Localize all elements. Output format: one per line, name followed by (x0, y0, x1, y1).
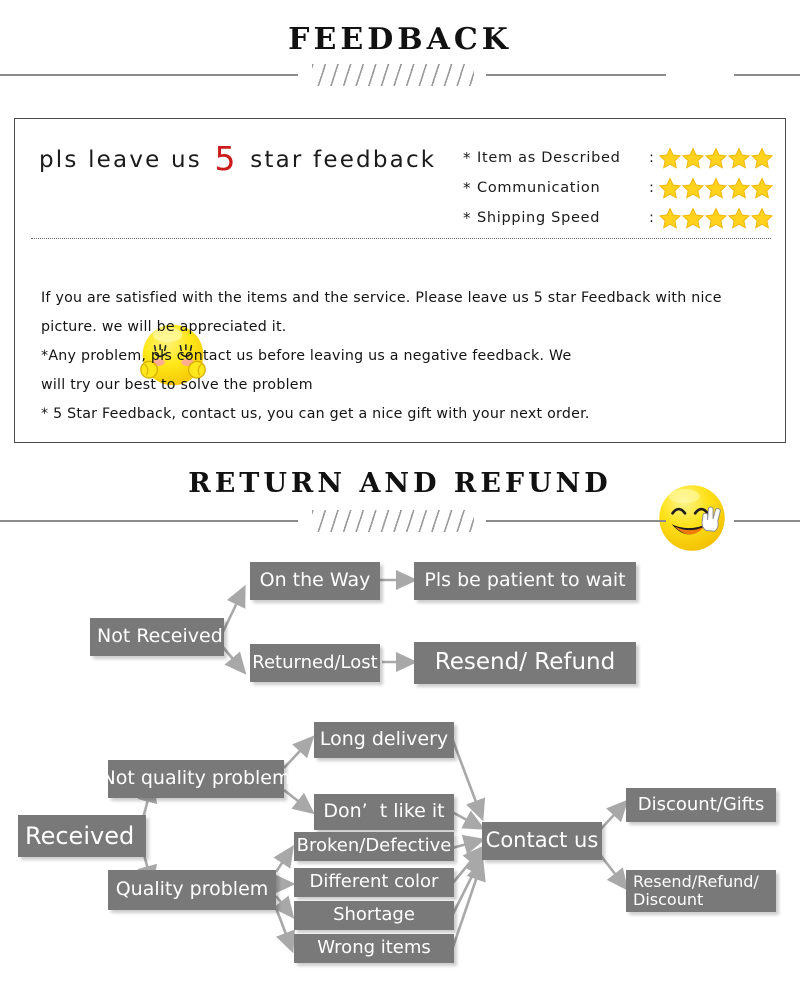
body-line: picture. we will be appreciated it. (41, 319, 287, 335)
feedback-panel: pls leave us 5 star feedback * Item as D… (14, 118, 786, 551)
star-icon (704, 207, 728, 229)
divider-rule-far-right (734, 74, 800, 76)
star-icon (681, 177, 705, 199)
return-refund-flowchart: Not Received On the Way Pls be patient t… (0, 540, 800, 1005)
headline-text-before: pls leave us (39, 147, 202, 173)
star-icon (704, 147, 728, 169)
rating-label: Communication (477, 180, 601, 196)
divider-rule-right (486, 520, 666, 522)
flow-node-wrong-items[interactable]: Wrong items (294, 934, 454, 963)
divider-rule-far-right (734, 520, 800, 522)
feedback-headline: pls leave us 5 star feedback (39, 139, 436, 178)
rating-list: * Item as Described : * Communication : (463, 143, 783, 233)
headline-text-after: star feedback (250, 147, 437, 173)
page-title-feedback: FEEDBACK (288, 22, 512, 57)
headline-number-five: 5 (214, 139, 238, 178)
feedback-body-text: If you are satisfied with the items and … (41, 284, 771, 429)
divider-hatch-icon (312, 64, 474, 86)
divider-feedback (0, 62, 800, 88)
body-line: will try our best to solve the problem (41, 377, 313, 393)
divider-return (0, 508, 800, 534)
divider-rule-left (0, 74, 298, 76)
star-rating-communication (658, 177, 774, 199)
star-rating-shipping-speed (658, 207, 774, 229)
divider-hatch-icon (312, 510, 474, 532)
rating-row-shipping-speed: * Shipping Speed : (463, 203, 783, 233)
rating-label: Item as Described (477, 150, 621, 166)
star-icon (658, 147, 682, 169)
star-icon (727, 147, 751, 169)
flow-node-returned-lost[interactable]: Returned/Lost (250, 644, 380, 682)
divider-rule-right (486, 74, 666, 76)
flow-node-quality-problem[interactable]: Quality problem (108, 870, 276, 910)
page-title-return-and-refund: RETURN AND REFUND (188, 468, 612, 499)
flow-node-broken-defective[interactable]: Broken/Defective (294, 832, 454, 861)
star-icon (727, 177, 751, 199)
star-icon (704, 177, 728, 199)
star-icon (658, 177, 682, 199)
star-icon (727, 207, 751, 229)
flow-node-resend-refund[interactable]: Resend/ Refund (414, 642, 636, 684)
rating-row-communication: * Communication : (463, 173, 783, 203)
star-icon (750, 177, 774, 199)
flow-node-contact-us[interactable]: Contact us (482, 822, 602, 860)
flow-node-on-the-way[interactable]: On the Way (250, 562, 380, 600)
flow-node-received[interactable]: Received (18, 815, 146, 857)
body-line: *Any problem, pls contact us before leav… (41, 348, 572, 364)
star-icon (658, 207, 682, 229)
panel-dotted-divider (31, 238, 771, 239)
rating-label: Shipping Speed (477, 210, 601, 226)
flow-node-not-quality-problem[interactable]: Not quality problem (102, 760, 291, 798)
asterisk-icon: * (463, 179, 471, 197)
rating-colon: : (649, 150, 654, 166)
asterisk-icon: * (463, 149, 471, 167)
star-icon (750, 207, 774, 229)
flow-node-pls-be-patient-to-wait[interactable]: Pls be patient to wait (414, 562, 636, 600)
star-rating-item-as-described (658, 147, 774, 169)
asterisk-icon: * (463, 209, 471, 227)
star-icon (681, 147, 705, 169)
flow-node-dont-like-it[interactable]: Don’ t like it (314, 794, 454, 830)
body-line: * 5 Star Feedback, contact us, you can g… (41, 406, 590, 422)
flow-node-discount-gifts[interactable]: Discount/Gifts (626, 788, 776, 822)
star-icon (750, 147, 774, 169)
flow-node-not-received[interactable]: Not Received (90, 618, 224, 656)
flow-node-resend-refund-discount[interactable]: Resend/Refund/ Discount (626, 870, 776, 912)
rating-colon: : (649, 180, 654, 196)
body-line: If you are satisfied with the items and … (41, 290, 722, 306)
flow-node-shortage[interactable]: Shortage (294, 901, 454, 930)
divider-rule-left (0, 520, 298, 522)
flow-node-long-delivery[interactable]: Long delivery (314, 722, 454, 758)
rating-row-item-as-described: * Item as Described : (463, 143, 783, 173)
star-icon (681, 207, 705, 229)
rating-colon: : (649, 210, 654, 226)
flow-node-different-color[interactable]: Different color (294, 868, 454, 897)
